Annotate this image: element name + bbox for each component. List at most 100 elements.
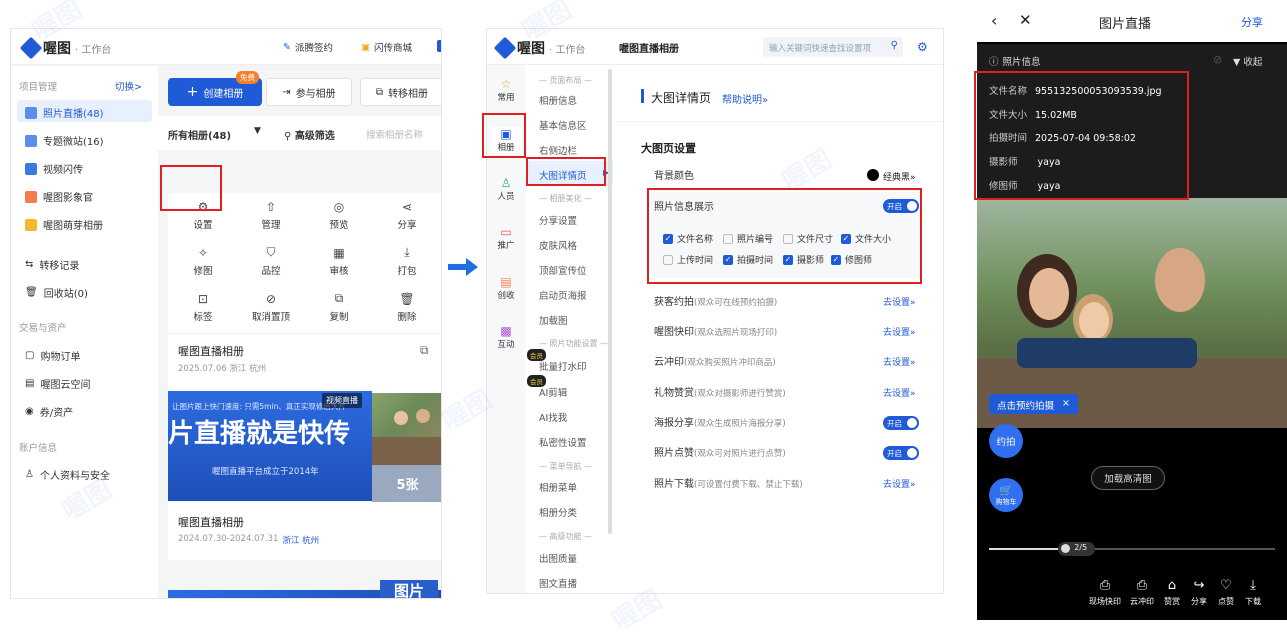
search-icon[interactable]: ⚲ (891, 40, 898, 51)
category-people[interactable]: ♙ 人员 (491, 176, 521, 202)
nav-item[interactable]: 相册菜单 (539, 480, 577, 494)
category-label: 互动 (497, 340, 515, 350)
nav-item[interactable]: 加载图 (539, 313, 568, 327)
go-setting-link[interactable]: 去设置» (883, 295, 916, 308)
transfer-album-button[interactable]: ⧉ 转移相册 (360, 78, 441, 106)
sidebar-item-sprout[interactable]: 喔图萌芽相册 (25, 217, 103, 232)
action-share[interactable]: ⋖ 分享 (374, 195, 440, 235)
brand-logo[interactable]: 喔图 · 工作台 (19, 36, 111, 60)
nav-item[interactable]: 右侧边栏 (539, 143, 577, 157)
page-setting-title: 大图页设置 (641, 142, 696, 155)
top-link-shop[interactable]: ▣ 闪传商城 (361, 40, 412, 55)
top-link-sign[interactable]: ✎ 派腾签约 (283, 40, 333, 55)
category-common[interactable]: ☆ 常用 (491, 77, 521, 103)
gear-icon[interactable]: ⚙ (917, 40, 928, 54)
search-placeholder: 输入关键词快速查找设置项 (769, 44, 872, 54)
close-icon[interactable]: × (1062, 398, 1070, 410)
nav-item[interactable]: 出图质量 (539, 551, 577, 565)
category-interact[interactable]: ▩ 互动 (491, 324, 521, 350)
go-setting-link[interactable]: 去设置» (883, 477, 916, 490)
sidebar-item-photo-live[interactable]: 照片直播(48) (25, 105, 104, 120)
go-setting-link[interactable]: 去设置» (883, 386, 916, 399)
booking-banner[interactable]: 点击预约拍摄 × (989, 394, 1078, 414)
action-delete[interactable]: 🗑 删除 (374, 287, 440, 327)
scrollbar[interactable] (608, 69, 612, 534)
nav-item[interactable]: 顶部宣传位 (539, 263, 587, 277)
nav-item[interactable]: 基本信息区 (539, 118, 587, 132)
all-albums-dropdown[interactable]: 所有相册(48) (168, 127, 231, 142)
copy-icon[interactable]: ⧉ (420, 343, 429, 358)
progress-track[interactable] (989, 548, 1275, 550)
nav-item[interactable]: 启动页海报 (539, 288, 587, 302)
switch-link[interactable]: 切换> (115, 79, 142, 93)
download-icon: ⤓ (404, 245, 410, 259)
bottom-cloud-print[interactable]: ⎙ 云冲印 (1125, 578, 1159, 607)
booking-float-button[interactable]: 约拍 (989, 424, 1023, 458)
nav-item[interactable]: 皮肤风格 (539, 238, 577, 252)
nav-item[interactable]: 图文直播 (539, 576, 577, 590)
close-icon[interactable]: ✕ (1019, 11, 1032, 29)
action-qc[interactable]: ⛉ 品控 (238, 241, 304, 281)
share-icon: ⋖ (401, 199, 413, 214)
sidebar-item-trash[interactable]: 🗑 回收站(0) (25, 285, 88, 300)
sidebar-item-cloud[interactable]: ▤ 喔图云空间 (25, 376, 90, 391)
brand-logo[interactable]: 喔图 · 工作台 (493, 36, 585, 60)
load-hd-button[interactable]: 加载高清图 (1091, 466, 1165, 490)
bgcolor-value[interactable]: 经典黑» (883, 170, 916, 183)
transfer-icon: ⇆ (25, 259, 34, 270)
nav-item[interactable]: 相册分类 (539, 505, 577, 519)
action-retouch[interactable]: ✧ 修图 (170, 241, 236, 281)
settings-search-input[interactable]: 输入关键词快速查找设置项 ⚲ (763, 37, 903, 57)
page-indicator[interactable]: 2/5 (1058, 542, 1096, 556)
color-swatch[interactable] (867, 169, 879, 181)
category-promo[interactable]: ▭ 推广 (491, 225, 521, 251)
action-copy[interactable]: ⧉ 复制 (306, 287, 372, 327)
sidebar-item-studio[interactable]: 喔图影象官 (25, 189, 93, 204)
back-icon[interactable]: ‹ (991, 11, 997, 30)
adv-filter[interactable]: ⚲ 高级筛选 (284, 127, 335, 142)
share-link[interactable]: 分享 (1241, 14, 1263, 30)
action-unpin[interactable]: ⊘ 取消置顶 (238, 287, 304, 327)
photo-count: 5张 (372, 465, 441, 502)
nav-item[interactable]: AI找我 (539, 410, 567, 424)
sidebar-group-title: 交易与资产 (19, 323, 67, 334)
album-cover-3[interactable]: 图片 (168, 580, 441, 598)
sidebar-item-microsite[interactable]: 专题微站(16) (25, 133, 104, 148)
nav-item[interactable]: 分享设置 (539, 213, 577, 227)
help-link[interactable]: 帮助说明» (722, 91, 768, 106)
sidebar-item-video[interactable]: 视频闪传 (25, 161, 83, 176)
action-review[interactable]: ▦ 审核 (306, 241, 372, 281)
collapse-button[interactable]: ▼ 收起 (1233, 54, 1262, 68)
poster-toggle[interactable]: 开启 (883, 416, 919, 430)
nav-item[interactable]: AI剪辑 (539, 385, 567, 399)
go-setting-link[interactable]: 去设置» (883, 355, 916, 368)
chevron-down-icon[interactable]: ▼ (254, 126, 261, 136)
sidebar-item-coupon[interactable]: ◉ 券/资产 (25, 404, 73, 419)
album-title[interactable]: 喔图直播相册 (178, 514, 244, 530)
action-pack[interactable]: ⤓ 打包 (374, 241, 440, 281)
more-icon[interactable] (437, 40, 441, 52)
sprout-icon (25, 218, 37, 231)
bottom-quick-print[interactable]: ⎙ 现场快印 (1088, 578, 1122, 607)
bottom-download[interactable]: ⤓ 下载 (1236, 578, 1270, 607)
go-setting-link[interactable]: 去设置» (883, 325, 916, 338)
action-tag[interactable]: ⊡ 标签 (170, 287, 236, 327)
sidebar-item-profile[interactable]: ♙ 个人资料与安全 (25, 467, 110, 482)
sidebar-item-transfer-log[interactable]: ⇆ 转移记录 (25, 257, 79, 272)
action-preview[interactable]: ◎ 预览 (306, 195, 372, 235)
slider-thumb[interactable] (1061, 544, 1071, 553)
nav-item[interactable]: 相册信息 (539, 93, 577, 107)
nav-item[interactable]: 批量打水印 (539, 359, 587, 373)
nav-item[interactable]: 私密性设置 (539, 435, 587, 449)
album-title[interactable]: 喔图直播相册 (178, 343, 244, 359)
album-search-input[interactable]: 搜索相册名称 (366, 127, 423, 141)
category-revenue[interactable]: ▤ 创收 (491, 275, 521, 301)
sidebar-item-orders[interactable]: ▢ 购物订单 (25, 348, 80, 363)
cart-float-button[interactable]: 🛒 购物车 (989, 478, 1023, 512)
unpin-icon: ⊘ (265, 291, 277, 306)
transfer-album-label: 转移相册 (388, 88, 429, 100)
hide-icon[interactable]: ⊘ (1213, 53, 1222, 66)
join-album-button[interactable]: ⇥ 参与相册 (266, 78, 352, 106)
action-manage[interactable]: ⇧ 管理 (238, 195, 304, 235)
like-toggle[interactable]: 开启 (883, 446, 919, 460)
